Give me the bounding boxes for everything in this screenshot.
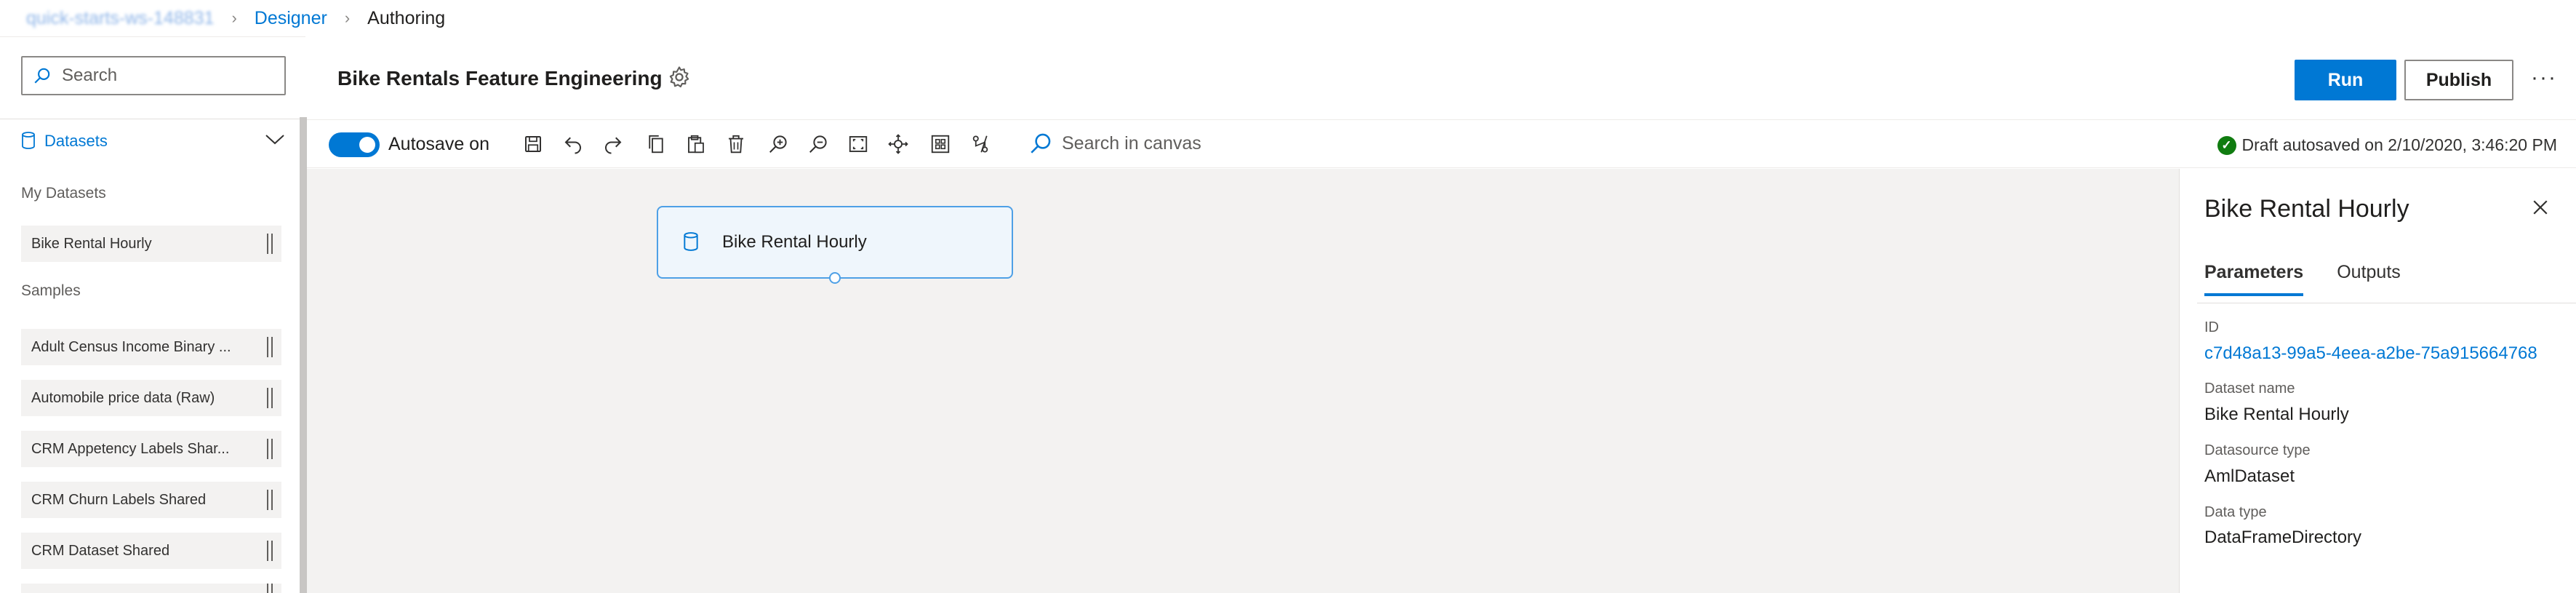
sample-item[interactable]: CRM Dataset Shared bbox=[21, 533, 281, 569]
fit-to-screen-icon[interactable] bbox=[845, 131, 871, 157]
gear-icon[interactable] bbox=[667, 65, 695, 92]
zoom-in-icon[interactable] bbox=[765, 131, 791, 157]
dataset-node[interactable]: Bike Rental Hourly bbox=[657, 206, 1013, 284]
draft-status: ✓ Draft autosaved on 2/10/2020, 3:46:20 … bbox=[2217, 135, 2557, 155]
palette-search[interactable] bbox=[21, 56, 286, 95]
details-panel-title: Bike Rental Hourly bbox=[2204, 195, 2409, 223]
sample-item-label: CRM Churn Labels Shared bbox=[31, 491, 207, 508]
dataset-item-label: Bike Rental Hourly bbox=[31, 235, 152, 252]
sample-item-label: Adult Census Income Binary ... bbox=[31, 338, 231, 355]
canvas-toolbar: Autosave on Search in canvas ✓ Draft aut… bbox=[307, 121, 2576, 168]
graph-settings-icon[interactable] bbox=[967, 131, 993, 157]
drag-handle-icon[interactable] bbox=[267, 541, 273, 561]
sample-item-label: CRM Dataset Shared bbox=[31, 542, 170, 559]
database-icon bbox=[683, 232, 700, 252]
redo-icon[interactable] bbox=[600, 131, 626, 157]
field-value-id[interactable]: c7d48a13-99a5-4eea-a2be-75a915664768 bbox=[2204, 343, 2537, 364]
sample-item-label: Automobile price data (Raw) bbox=[31, 389, 215, 406]
canvas-search-placeholder[interactable]: Search in canvas bbox=[1062, 133, 1201, 154]
pipeline-canvas[interactable]: Bike Rental Hourly bbox=[307, 169, 2179, 593]
sample-item[interactable]: Automobile price data (Raw) bbox=[21, 380, 281, 416]
palette-scrollbar[interactable] bbox=[300, 117, 307, 593]
dataset-item-bike-rental-hourly[interactable]: Bike Rental Hourly bbox=[21, 226, 281, 262]
more-options-icon[interactable]: ··· bbox=[2531, 65, 2557, 90]
drag-handle-icon[interactable] bbox=[267, 234, 273, 254]
undo-icon[interactable] bbox=[560, 131, 586, 157]
auto-layout-icon[interactable] bbox=[927, 131, 953, 157]
sample-item-label: CRM Appetency Labels Shar... bbox=[31, 440, 230, 457]
node-label: Bike Rental Hourly bbox=[722, 232, 867, 252]
field-value-dataset-name: Bike Rental Hourly bbox=[2204, 405, 2349, 424]
pan-icon[interactable] bbox=[885, 131, 911, 157]
datasets-category-header[interactable]: Datasets bbox=[21, 123, 286, 159]
drag-handle-icon[interactable] bbox=[267, 337, 273, 357]
save-icon[interactable] bbox=[520, 131, 546, 157]
sample-item[interactable]: CRM Appetency Labels Shar... bbox=[21, 431, 281, 467]
module-palette: Datasets My Datasets Bike Rental Hourly … bbox=[0, 36, 307, 593]
tab-parameters[interactable]: Parameters bbox=[2204, 262, 2304, 296]
search-icon bbox=[33, 65, 55, 87]
pipeline-title: Bike Rentals Feature Engineering bbox=[337, 67, 663, 89]
details-tabs: Parameters Outputs bbox=[2204, 262, 2434, 296]
search-icon bbox=[1028, 131, 1053, 156]
draft-status-text: Draft autosaved on 2/10/2020, 3:46:20 PM bbox=[2241, 135, 2557, 154]
datasets-category-label: Datasets bbox=[44, 132, 108, 150]
paste-icon[interactable] bbox=[683, 131, 709, 157]
drag-handle-icon[interactable] bbox=[267, 584, 273, 593]
breadcrumb-current: Authoring bbox=[367, 7, 446, 28]
autosave-toggle[interactable] bbox=[329, 132, 380, 157]
my-datasets-title: My Datasets bbox=[21, 185, 106, 202]
chevron-right-icon: › bbox=[344, 9, 351, 27]
field-value-data-type: DataFrameDirectory bbox=[2204, 528, 2362, 547]
canvas-search[interactable]: Search in canvas bbox=[1020, 131, 1201, 156]
sample-item[interactable]: CRM Churn Labels Shared bbox=[21, 482, 281, 518]
chevron-down-icon[interactable] bbox=[264, 132, 286, 151]
sample-item-partial[interactable] bbox=[21, 584, 281, 593]
tab-outputs[interactable]: Outputs bbox=[2337, 262, 2401, 296]
chevron-right-icon: › bbox=[231, 9, 237, 27]
pipeline-header: Bike Rentals Feature Engineering Run Pub… bbox=[307, 36, 2576, 120]
sample-item[interactable]: Adult Census Income Binary ... bbox=[21, 329, 281, 365]
drag-handle-icon[interactable] bbox=[267, 388, 273, 408]
publish-button[interactable]: Publish bbox=[2404, 60, 2513, 100]
drag-handle-icon[interactable] bbox=[267, 490, 273, 510]
zoom-out-icon[interactable] bbox=[805, 131, 831, 157]
run-button[interactable]: Run bbox=[2295, 60, 2396, 100]
database-icon bbox=[21, 132, 37, 151]
field-label-datasource-type: Datasource type bbox=[2204, 442, 2311, 458]
details-panel: Bike Rental Hourly Parameters Outputs ID… bbox=[2179, 169, 2576, 593]
delete-icon[interactable] bbox=[723, 131, 749, 157]
checkmark-icon: ✓ bbox=[2217, 135, 2236, 155]
field-label-dataset-name: Dataset name bbox=[2204, 381, 2295, 397]
toggle-knob bbox=[359, 137, 375, 153]
breadcrumb: quick-starts-ws-148831 › Designer › Auth… bbox=[26, 0, 445, 36]
drag-handle-icon[interactable] bbox=[267, 439, 273, 459]
palette-search-input[interactable] bbox=[62, 65, 265, 86]
output-port[interactable] bbox=[829, 272, 841, 284]
field-label-data-type: Data type bbox=[2204, 504, 2267, 520]
autosave-label: Autosave on bbox=[388, 134, 489, 154]
breadcrumb-designer[interactable]: Designer bbox=[255, 8, 327, 29]
field-label-id: ID bbox=[2204, 319, 2219, 335]
breadcrumb-workspace[interactable]: quick-starts-ws-148831 bbox=[26, 8, 214, 29]
close-icon[interactable] bbox=[2529, 196, 2551, 218]
samples-title: Samples bbox=[21, 282, 81, 299]
copy-icon[interactable] bbox=[643, 131, 669, 157]
field-value-datasource-type: AmlDataset bbox=[2204, 466, 2295, 486]
